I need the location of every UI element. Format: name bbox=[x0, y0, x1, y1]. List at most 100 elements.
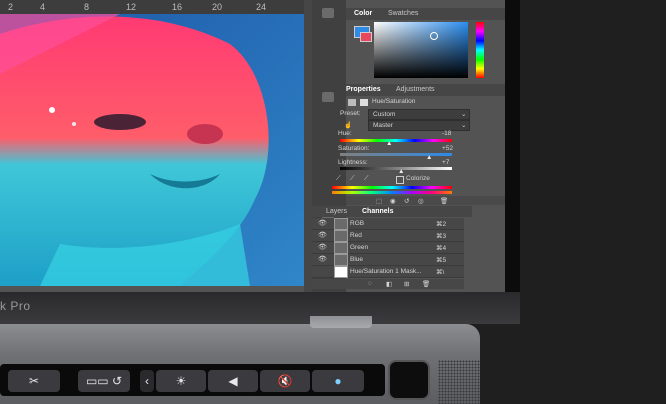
eyedropper-plus-icon[interactable]: ⟋ bbox=[350, 175, 355, 183]
channel-row[interactable]: 👁 Red ⌘3 bbox=[312, 230, 464, 242]
eyedropper-minus-icon[interactable]: ⟋ bbox=[364, 175, 369, 183]
layers-panel-header: Layers Channels bbox=[312, 206, 472, 217]
brightness-icon[interactable]: ☀ bbox=[156, 370, 206, 392]
siri-icon[interactable]: ● bbox=[312, 370, 364, 392]
hue-label: Hue: bbox=[338, 130, 352, 137]
eye-icon[interactable]: 👁 bbox=[318, 231, 327, 239]
channel-name: Hue/Saturation 1 Mask... bbox=[350, 268, 422, 275]
ruler-mark: 8 bbox=[84, 2, 90, 12]
preset-label: Preset: bbox=[340, 110, 361, 117]
eyedropper-icon[interactable]: ⟋ bbox=[336, 175, 341, 183]
lightness-slider[interactable] bbox=[340, 167, 452, 170]
channel-thumbnail bbox=[334, 230, 348, 242]
new-channel-icon[interactable]: ⊞ bbox=[404, 280, 409, 288]
volume-icon[interactable]: ◀ bbox=[208, 370, 258, 392]
chevron-down-icon: ⌄ bbox=[461, 111, 467, 118]
panel-gutter bbox=[304, 0, 312, 292]
hue-value[interactable]: -18 bbox=[442, 130, 451, 137]
background-swatch[interactable] bbox=[360, 32, 372, 42]
tab-swatches[interactable]: Swatches bbox=[388, 10, 418, 17]
lightness-label: Lightness: bbox=[338, 159, 368, 166]
saturation-value[interactable]: +52 bbox=[442, 145, 453, 152]
view-icon[interactable]: ◉ bbox=[390, 197, 396, 205]
saturation-slider[interactable] bbox=[340, 153, 452, 156]
clip-icon[interactable]: ⬚ bbox=[376, 197, 382, 205]
ruler-mark: 2 bbox=[8, 2, 14, 12]
saturation-label: Saturation: bbox=[338, 145, 370, 152]
lid-notch bbox=[310, 316, 372, 328]
ruler-mark: 24 bbox=[256, 2, 267, 12]
channel-row[interactable]: 👁 Blue ⌘5 bbox=[312, 254, 464, 266]
channel-name: Red bbox=[350, 232, 362, 239]
channel-row[interactable]: 👁 Green ⌘4 bbox=[312, 242, 464, 254]
reset-icon[interactable]: ↺ bbox=[404, 197, 409, 205]
speaker-grille bbox=[438, 360, 480, 404]
color-field[interactable] bbox=[374, 22, 468, 78]
channel-row[interactable]: 👁 RGB ⌘2 bbox=[312, 218, 464, 230]
display-chin bbox=[0, 292, 520, 324]
ruler-mark: 4 bbox=[40, 2, 46, 12]
tab-adjustments[interactable]: Adjustments bbox=[396, 86, 435, 93]
color-range-bar-bottom bbox=[332, 191, 452, 194]
hue-spectrum-slider[interactable] bbox=[476, 22, 484, 78]
document-canvas[interactable] bbox=[0, 14, 304, 286]
color-panel-icon[interactable] bbox=[322, 8, 334, 18]
touch-id-button[interactable] bbox=[390, 362, 428, 398]
channel-shortcut: ⌘5 bbox=[436, 257, 447, 264]
channel-shortcut: ⌘\ bbox=[436, 269, 445, 276]
channel-thumbnail bbox=[334, 254, 348, 266]
channels-footer: ◌ ◧ ⊞ 🗑 bbox=[312, 279, 464, 289]
ruler-mark: 20 bbox=[212, 2, 223, 12]
photoshop-screen: 2 4 8 12 16 20 24 Color Swatches Propert… bbox=[0, 0, 505, 292]
preset-value: Custom bbox=[373, 111, 396, 118]
collapse-chevron-icon[interactable]: ‹ bbox=[140, 370, 154, 392]
delete-channel-icon[interactable]: 🗑 bbox=[422, 280, 430, 288]
save-selection-icon[interactable]: ◧ bbox=[386, 280, 392, 288]
device-brand-text: k Pro bbox=[0, 299, 31, 313]
adjustment-icon bbox=[348, 99, 356, 106]
channel-dropdown[interactable]: Master ⌄ bbox=[368, 120, 470, 131]
hue-slider[interactable] bbox=[340, 139, 452, 142]
ruler-mark: 12 bbox=[126, 2, 137, 12]
chevron-down-icon: ⌄ bbox=[461, 122, 467, 129]
hand-icon[interactable]: ☝ bbox=[344, 121, 352, 129]
properties-panel-icon[interactable] bbox=[322, 92, 334, 102]
channel-shortcut: ⌘2 bbox=[436, 221, 447, 228]
channel-thumbnail bbox=[334, 218, 348, 230]
channel-shortcut: ⌘3 bbox=[436, 233, 447, 240]
channel-name: Green bbox=[350, 244, 369, 251]
channel-name: RGB bbox=[350, 220, 365, 227]
eye-icon[interactable]: 👁 bbox=[318, 243, 327, 251]
eye-icon[interactable]: 👁 bbox=[318, 219, 327, 227]
channel-shortcut: ⌘4 bbox=[436, 245, 447, 252]
visibility-icon[interactable]: ◎ bbox=[418, 197, 424, 205]
scissors-icon[interactable]: ✂ bbox=[8, 370, 60, 392]
record-undo-button[interactable]: ▭▭ ↺ bbox=[78, 370, 130, 392]
color-panel-header: Color Swatches bbox=[346, 8, 505, 20]
preset-dropdown[interactable]: Custom ⌄ bbox=[368, 109, 470, 120]
load-selection-icon[interactable]: ◌ bbox=[368, 280, 372, 287]
eye-icon[interactable]: 👁 bbox=[318, 255, 327, 263]
portrait-image bbox=[0, 14, 304, 286]
hue-slider-thumb[interactable]: ▲ bbox=[386, 140, 392, 147]
color-range-bar-top bbox=[332, 186, 452, 189]
mask-icon bbox=[360, 99, 368, 106]
tab-properties[interactable]: Properties bbox=[346, 86, 381, 93]
color-picker-marker[interactable] bbox=[430, 32, 438, 40]
mute-icon[interactable]: 🔇 bbox=[260, 370, 310, 392]
channel-value: Master bbox=[373, 122, 393, 129]
tab-color[interactable]: Color bbox=[354, 10, 372, 17]
tab-channels[interactable]: Channels bbox=[362, 208, 394, 215]
channel-row[interactable]: Hue/Saturation 1 Mask... ⌘\ bbox=[312, 266, 464, 278]
colorize-checkbox[interactable] bbox=[396, 176, 404, 184]
channel-name: Blue bbox=[350, 256, 364, 263]
ruler: 2 4 8 12 16 20 24 bbox=[0, 0, 307, 14]
properties-panel-header: Properties Adjustments bbox=[346, 84, 505, 96]
saturation-slider-thumb[interactable]: ▲ bbox=[426, 154, 432, 161]
colorize-label: Colorize bbox=[406, 175, 430, 182]
lightness-value[interactable]: +7 bbox=[442, 159, 449, 166]
properties-footer: ⬚ ◉ ↺ ◎ 🗑 bbox=[346, 196, 505, 205]
tab-layers[interactable]: Layers bbox=[326, 208, 347, 215]
trash-icon[interactable]: 🗑 bbox=[440, 197, 448, 205]
lightness-slider-thumb[interactable]: ▲ bbox=[398, 168, 404, 175]
